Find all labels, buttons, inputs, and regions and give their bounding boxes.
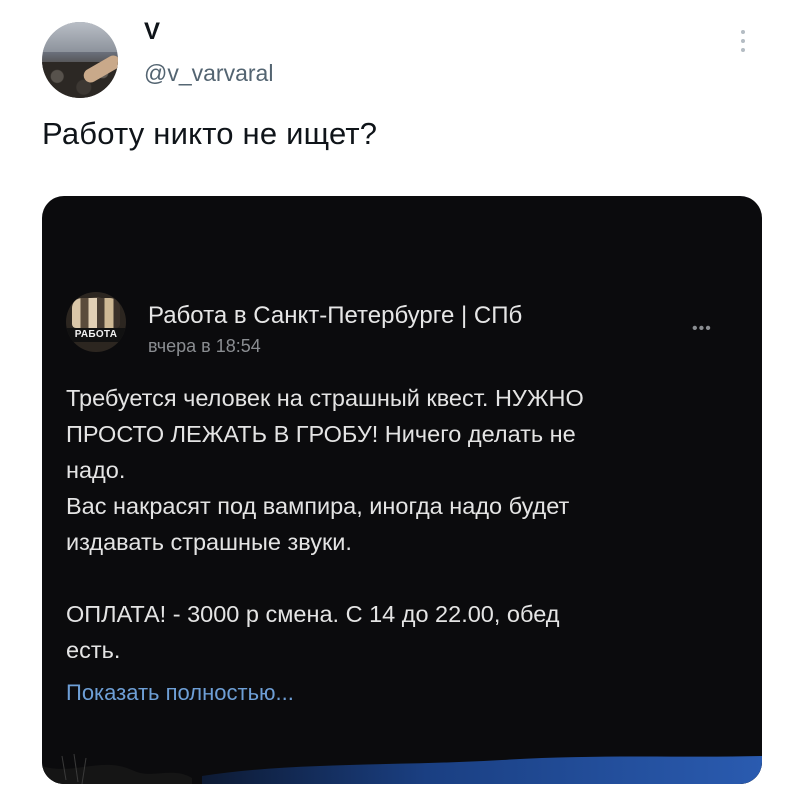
user-handle[interactable]: @v_varvaral	[144, 60, 273, 87]
post-line: надо.	[66, 457, 126, 483]
dot	[741, 48, 745, 52]
more-horizontal-icon: •••	[692, 320, 712, 337]
embedded-screenshot[interactable]: РАБОТА Работа в Санкт-Петербурге | СПб в…	[42, 196, 762, 784]
post-gap	[66, 560, 726, 596]
display-name[interactable]: V	[144, 18, 160, 46]
post-line: издавать страшные звуки.	[66, 529, 352, 555]
post-line: Требуется человек на страшный квест. НУЖ…	[66, 385, 584, 411]
group-title: Работа в Санкт-Петербурге | СПб	[148, 302, 523, 329]
blurred-bottom-image	[42, 736, 762, 784]
tweet-page: V @v_varvaral Работу никто не ищет? РАБО…	[0, 0, 800, 800]
post-line: есть.	[66, 637, 121, 663]
post-body: Требуется человек на страшный квест. НУЖ…	[66, 380, 726, 668]
post-time: вчера в 18:54	[148, 336, 261, 356]
tweet-text: Работу никто не ищет?	[42, 116, 378, 151]
post-line: ОПЛАТА! - 3000 р смена. С 14 до 22.00, о…	[66, 601, 560, 627]
dot	[741, 39, 745, 43]
more-vertical-icon[interactable]	[738, 30, 748, 66]
show-more-link: Показать полностью...	[66, 680, 294, 705]
group-avatar: РАБОТА	[66, 292, 126, 352]
user-avatar[interactable]	[42, 22, 118, 98]
post-line: ПРОСТО ЛЕЖАТЬ В ГРОБУ! Ничего делать не	[66, 421, 576, 447]
post-line: Вас накрасят под вампира, иногда надо бу…	[66, 493, 570, 519]
dot	[741, 30, 745, 34]
group-avatar-image	[72, 298, 120, 328]
group-avatar-badge: РАБОТА	[66, 328, 126, 342]
avatar-sky	[42, 22, 118, 53]
